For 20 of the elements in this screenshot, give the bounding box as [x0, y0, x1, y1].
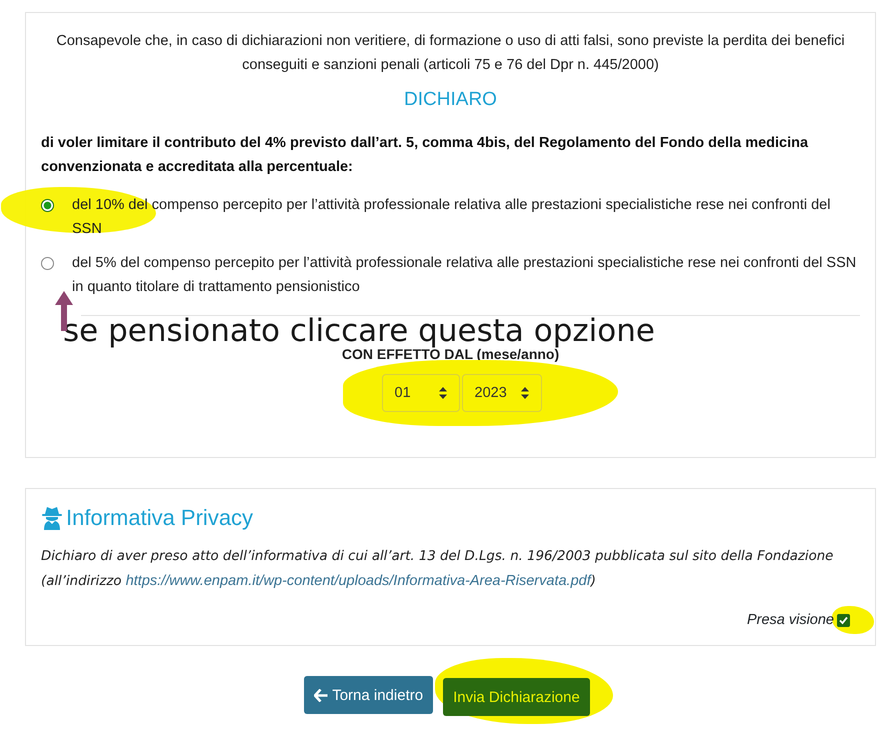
radio-button[interactable]	[41, 257, 54, 270]
privacy-link[interactable]: https://www.enpam.it/wp-content/uploads/Informativa-Area-Riservata.pdf	[126, 573, 591, 589]
option-label[interactable]: del 5% del compenso percepito per l’attività professionale relativa alle prestazioni specialistiche rese nei confronti del SSN in quanto titolare di trattamento pensionistico	[72, 251, 860, 299]
declaration-heading: DICHIARO	[403, 89, 498, 111]
year-select[interactable]: 2023	[462, 374, 542, 412]
arrow-left-icon	[314, 688, 328, 702]
sort-caret-icon	[520, 387, 528, 399]
disclaimer-text: Consapevole che, in caso di dichiarazioni non veritiere, di formazione o uso di atti falsi, sono previste la perdita dei benefici conseguiti e sanzioni penali (articoli 75 e 76 del Dpr n. 445/2000)	[55, 32, 846, 75]
sort-caret-icon	[438, 387, 446, 399]
statement-text: di voler limitare il contributo del 4% previsto dall’art. 5, comma 4bis, del Regolamento del Fondo della medicina convenzionata e accreditata alla percentuale:	[41, 134, 810, 177]
privacy-text: Dichiaro di aver preso atto dell’informativa di cui all’art. 13 del D.Lgs. n. 196/2003 pubblicata sul sito della Fondazione (all’indirizzo https://www.enpam.it/wp-content/uploads/Informativa-Area-Riservata.pdf)	[41, 548, 834, 591]
spy-icon	[41, 506, 63, 530]
section-title: Informativa Privacy	[66, 505, 254, 531]
annotation-text: se pensionato cliccare questa opzione	[63, 312, 656, 349]
back-button[interactable]: Torna indietro	[304, 676, 434, 714]
effective-date-label: CON EFFETTO DAL (mese/anno)	[340, 346, 560, 362]
consent-checkbox[interactable]	[837, 614, 850, 626]
option-label[interactable]: del 10% del compenso percepito per l’attività professionale relativa alle prestazioni specialistiche rese nei confronti del SSN	[72, 193, 860, 241]
submit-button[interactable]: Invia Dichiarazione	[443, 678, 590, 716]
month-select[interactable]: 01	[382, 374, 460, 412]
